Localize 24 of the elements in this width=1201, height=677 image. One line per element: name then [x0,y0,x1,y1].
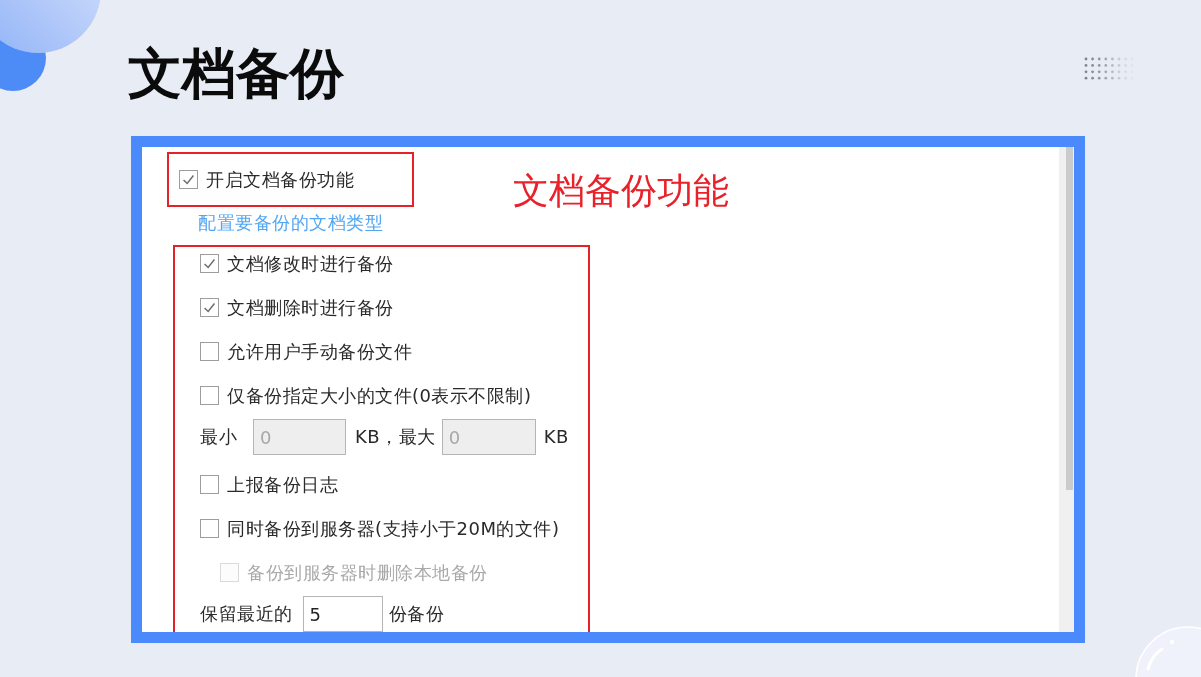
checkbox[interactable] [200,342,219,361]
checkbox-label[interactable]: 开启文档备份功能 [206,167,354,192]
unit-label: 份备份 [388,602,444,626]
checkbox[interactable] [200,298,219,317]
input-field[interactable]: 5 [302,596,383,632]
checkbox[interactable] [200,475,219,494]
unit-label: KB [543,425,569,449]
checkbox-label[interactable]: 文档删除时进行备份 [227,295,394,320]
checkbox[interactable] [179,170,198,189]
field-label: KB，最大 [355,425,436,449]
scrollbar-thumb[interactable] [1066,147,1073,490]
field-label: 最小 [200,425,237,449]
field-label: 保留最近的 [200,602,293,626]
annotation-text: 文档备份功能 [513,171,729,211]
checkbox-label[interactable]: 仅备份指定大小的文件(0表示不限制) [227,383,532,408]
checkbox-label[interactable]: 允许用户手动备份文件 [227,339,412,364]
checkbox[interactable] [200,386,219,405]
checkbox-label[interactable]: 上报备份日志 [227,472,338,497]
checkbox-label[interactable]: 文档修改时进行备份 [227,251,394,276]
slide-title: 文档备份 [128,44,344,104]
dot-grid-drawing [1084,57,1134,81]
checkbox[interactable] [200,254,219,273]
checkbox[interactable] [200,519,219,538]
checkbox-label[interactable]: 同时备份到服务器(支持小于20M的文件) [227,516,560,541]
